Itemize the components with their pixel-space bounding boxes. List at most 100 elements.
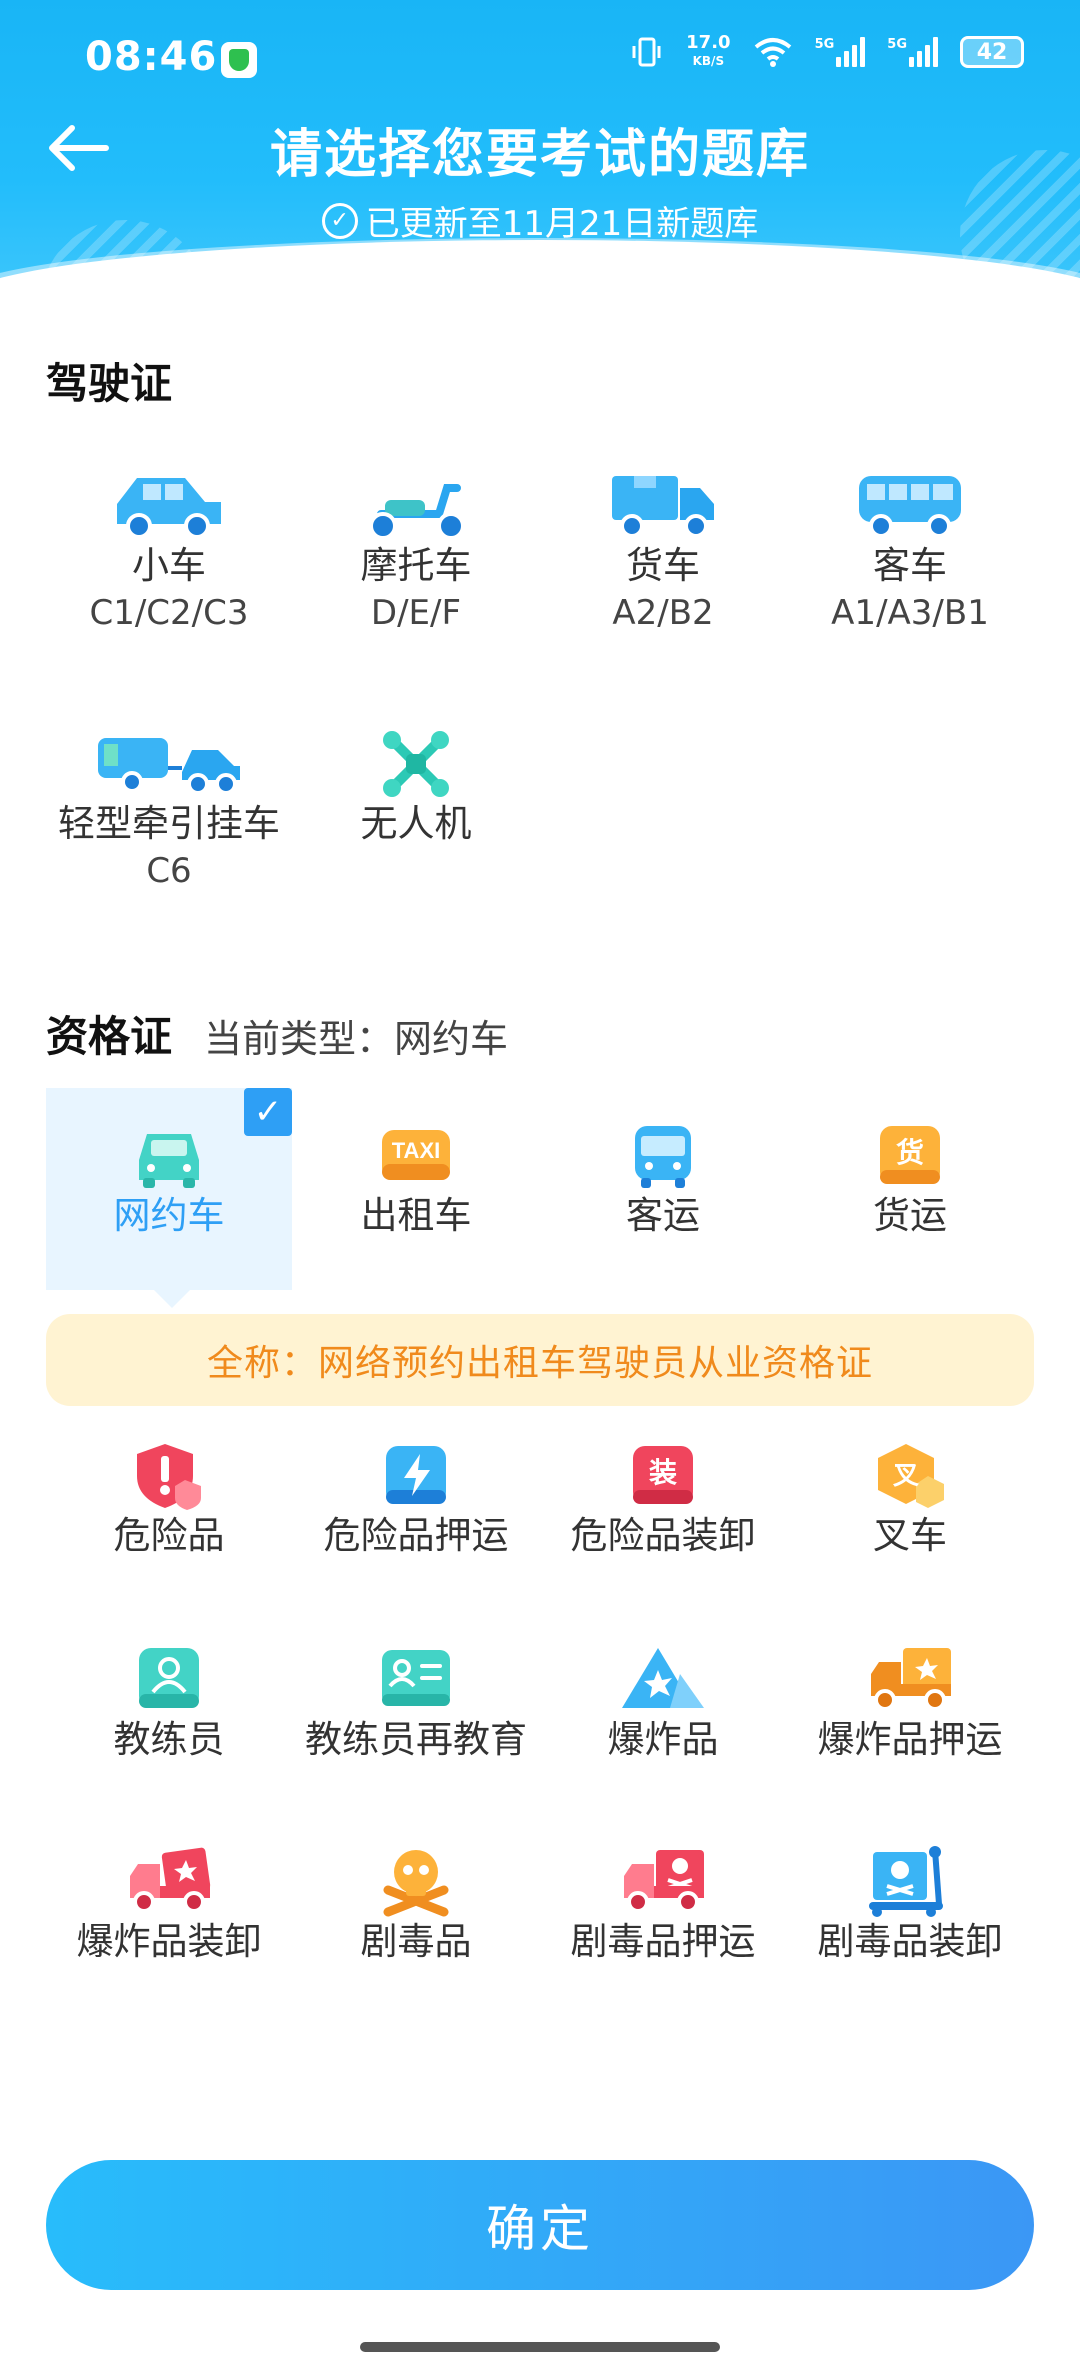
header: 08:46 17.0 KB/S 5G 5G 42 请选择您要考试的题库 ✓ 已更…: [0, 0, 1080, 300]
driving-item-trailer[interactable]: 轻型牵引挂车 C6: [46, 728, 292, 894]
app-screen: 08:46 17.0 KB/S 5G 5G 42 请选择您要考试的题库 ✓ 已更…: [0, 0, 1080, 2374]
driving-item-label: 无人机: [360, 802, 472, 845]
loading-icon-text: 装: [649, 1456, 677, 1489]
status-bar: 08:46 17.0 KB/S 5G 5G 42: [0, 0, 1080, 120]
trailer-icon: [98, 738, 240, 795]
bus-icon: [859, 476, 961, 538]
security-shield-icon: [221, 42, 257, 78]
qual-item-toxic[interactable]: 剧毒品: [293, 1846, 539, 1966]
network-speed: 17.0 KB/S: [686, 34, 730, 70]
qual-item-label: 网约车: [113, 1194, 225, 1237]
signal-bars-1-icon: [836, 37, 866, 67]
qual-item-taxi[interactable]: TAXI 出租车: [293, 1120, 539, 1240]
qual-item-passenger[interactable]: 客运: [540, 1120, 786, 1240]
ride-hailing-icon: [139, 1134, 199, 1188]
danger-goods-icon: [137, 1444, 201, 1510]
update-notice-text: 已更新至11月21日新题库: [365, 204, 759, 244]
driving-item-motorcycle[interactable]: 摩托车 D/E/F: [293, 470, 539, 636]
danger-loading-icon: 装: [633, 1446, 693, 1504]
status-time: 08:46: [85, 34, 218, 80]
truck-icon: [612, 476, 714, 538]
current-type-label: 当前类型：网约车: [204, 1017, 509, 1061]
toxic-escort-icon: [624, 1850, 704, 1913]
freight-icon: 货: [880, 1126, 940, 1184]
driving-item-car[interactable]: 小车 C1/C2/C3: [46, 470, 292, 636]
qual-item-label: 剧毒品: [360, 1920, 472, 1963]
speed-unit: KB/S: [692, 54, 725, 68]
driving-item-sub: C1/C2/C3: [89, 593, 249, 633]
driving-item-drone[interactable]: 无人机: [293, 728, 539, 848]
qual-item-label: 客运: [626, 1194, 700, 1237]
driving-item-sub: A1/A3/B1: [831, 593, 989, 633]
coach-icon: [139, 1648, 199, 1708]
qual-item-label: 危险品押运: [323, 1514, 509, 1557]
qual-item-label: 危险品: [113, 1514, 225, 1557]
net-type-1: 5G: [814, 37, 835, 52]
net-type-2: 5G: [887, 37, 907, 52]
toxic-icon: [383, 1850, 449, 1917]
status-icons: 17.0 KB/S 5G 5G 42: [630, 34, 1024, 70]
qual-item-explosive-escort[interactable]: 爆炸品押运: [787, 1644, 1033, 1764]
section-title-driving: 驾驶证: [46, 359, 173, 408]
confirm-button[interactable]: 确定: [46, 2160, 1034, 2290]
qual-item-coach-reeducation[interactable]: 教练员再教育: [293, 1644, 539, 1764]
qual-item-label: 爆炸品装卸: [76, 1920, 262, 1963]
driving-item-truck[interactable]: 货车 A2/B2: [540, 470, 786, 636]
driving-item-bus[interactable]: 客车 A1/A3/B1: [787, 470, 1033, 636]
qual-item-forklift[interactable]: 叉 叉车: [787, 1440, 1033, 1560]
qual-item-label: 教练员再教育: [305, 1718, 527, 1761]
section-title-qualification: 资格证: [46, 1012, 173, 1061]
qual-item-toxic-loading[interactable]: 剧毒品装卸: [787, 1846, 1033, 1966]
speed-value: 17.0: [686, 32, 731, 53]
check-circle-icon: ✓: [321, 202, 358, 239]
qual-item-freight[interactable]: 货 货运: [787, 1120, 1033, 1240]
driving-item-label: 客车: [873, 544, 947, 587]
qual-item-danger-escort[interactable]: 危险品押运: [293, 1440, 539, 1560]
home-indicator[interactable]: [360, 2342, 720, 2352]
qual-item-ride-hailing[interactable]: 网约车: [46, 1120, 292, 1240]
qual-item-label: 危险品装卸: [570, 1514, 756, 1557]
toxic-loading-icon: [869, 1846, 943, 1917]
page-title: 请选择您要考试的题库: [269, 125, 810, 185]
qual-item-label: 剧毒品押运: [570, 1920, 756, 1963]
taxi-icon-text: TAXI: [392, 1138, 440, 1163]
forklift-icon-text: 叉: [892, 1461, 919, 1491]
signal-bars-2-icon: [909, 37, 938, 67]
driving-item-label: 轻型牵引挂车: [58, 802, 280, 845]
qual-item-label: 货运: [873, 1194, 947, 1237]
driving-item-label: 摩托车: [360, 544, 472, 587]
qual-item-danger[interactable]: 危险品: [46, 1440, 292, 1560]
forklift-icon: 叉: [878, 1444, 944, 1508]
coach-reeducation-icon: [382, 1650, 450, 1706]
driving-item-label: 货车: [626, 544, 700, 587]
vibrate-icon: [632, 37, 661, 67]
driving-item-label: 小车: [132, 544, 206, 587]
passenger-transport-icon: [635, 1126, 691, 1188]
car-icon: [117, 478, 221, 539]
freight-icon-text: 货: [896, 1136, 924, 1169]
qual-item-label: 叉车: [873, 1514, 947, 1557]
battery-level: 42: [976, 39, 1008, 65]
qual-item-label: 出租车: [360, 1194, 472, 1237]
wifi-icon: [754, 38, 791, 67]
full-name-tooltip: 全称：网络预约出租车驾驶员从业资格证: [46, 1314, 1034, 1406]
qual-item-label: 剧毒品装卸: [817, 1920, 1003, 1963]
qual-item-danger-loading[interactable]: 装 危险品装卸: [540, 1440, 786, 1560]
motorcycle-icon: [369, 484, 465, 540]
qual-item-coach[interactable]: 教练员: [46, 1644, 292, 1764]
qual-item-explosive[interactable]: 爆炸品: [540, 1644, 786, 1764]
battery-indicator: 42: [960, 36, 1024, 68]
signal-1: 5G: [815, 37, 866, 67]
drone-icon: [383, 731, 449, 797]
update-notice: ✓ 已更新至11月21日新题库: [0, 196, 1080, 245]
explosive-escort-icon: [871, 1648, 951, 1711]
qual-item-label: 教练员: [113, 1718, 225, 1761]
qual-item-explosive-loading[interactable]: 爆炸品装卸: [46, 1846, 292, 1966]
qual-item-toxic-escort[interactable]: 剧毒品押运: [540, 1846, 786, 1966]
signal-2: 5G: [887, 37, 938, 67]
explosive-icon: [622, 1648, 704, 1708]
driving-item-sub: A2/B2: [612, 593, 714, 633]
driving-item-sub: C6: [146, 851, 192, 891]
danger-escort-icon: [386, 1446, 446, 1504]
taxi-icon: TAXI: [382, 1130, 450, 1180]
